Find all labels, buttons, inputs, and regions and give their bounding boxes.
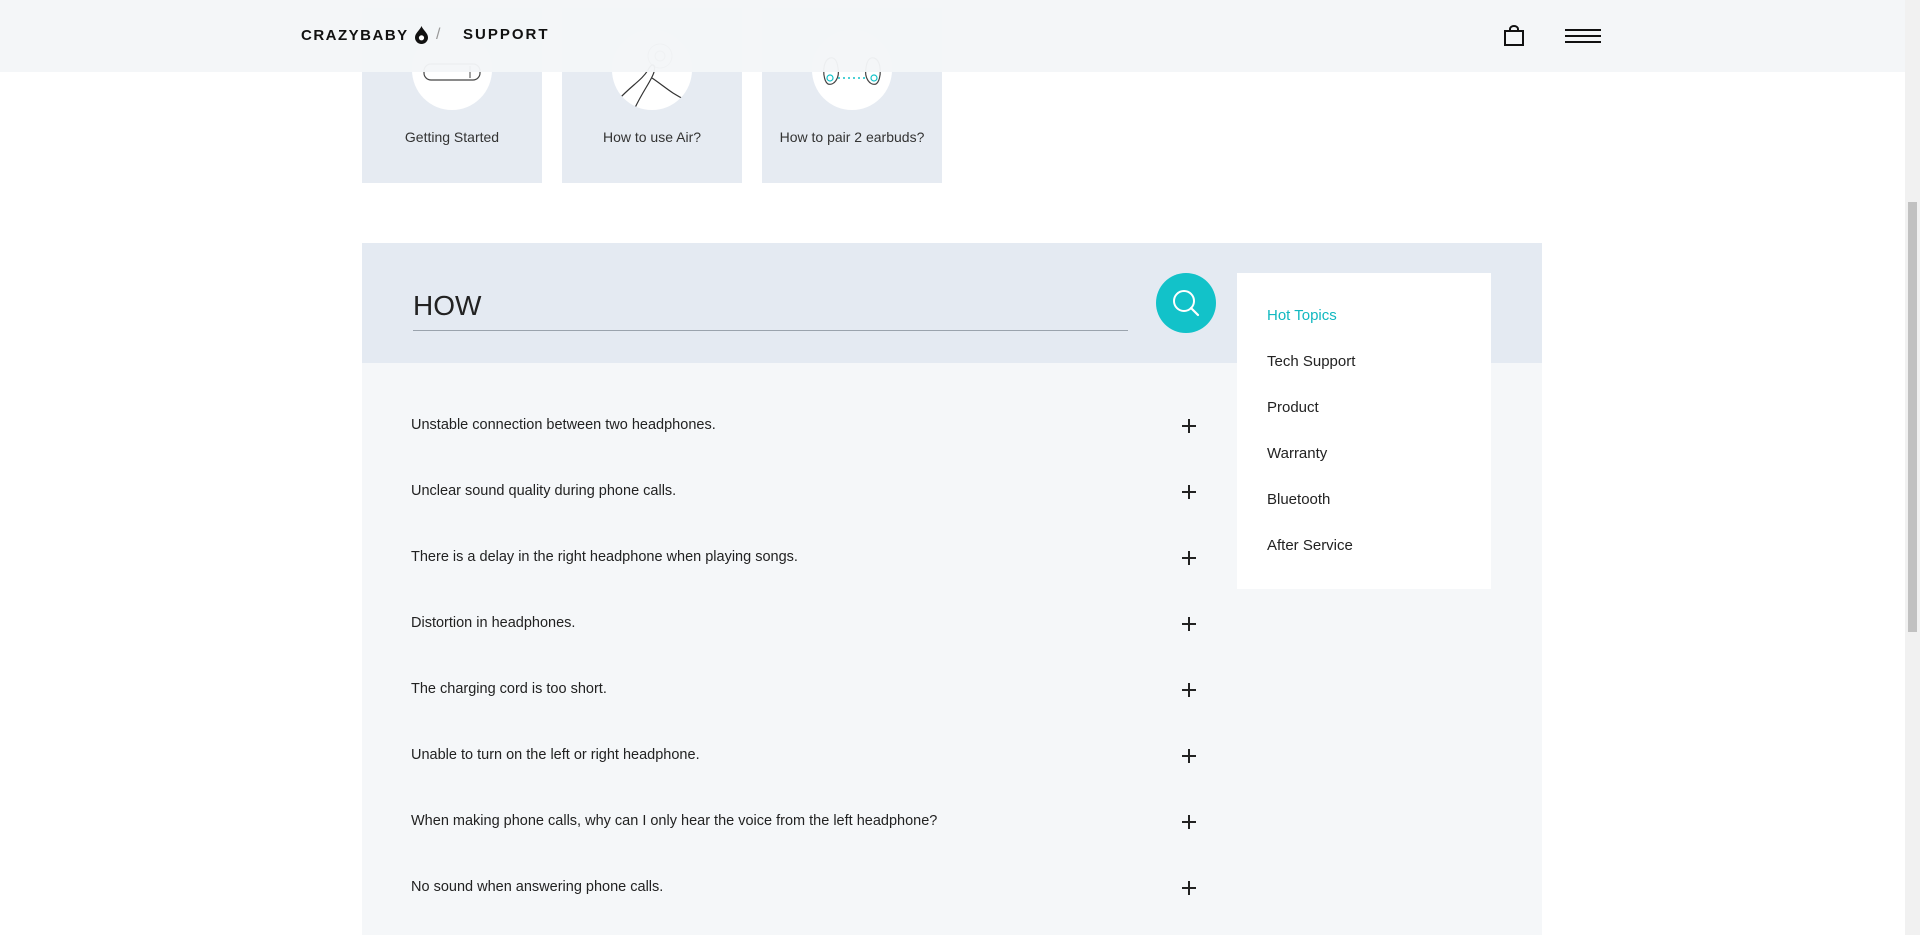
faq-question: Unable to turn on the left or right head…: [411, 747, 700, 763]
category-warranty[interactable]: Warranty: [1267, 445, 1327, 462]
breadcrumb-separator: /: [436, 26, 441, 43]
plus-icon[interactable]: [1182, 683, 1196, 697]
category-bluetooth[interactable]: Bluetooth: [1267, 491, 1330, 508]
hamburger-menu-icon[interactable]: [1565, 27, 1601, 45]
search-icon: [1173, 290, 1200, 317]
plus-icon[interactable]: [1182, 419, 1196, 433]
faq-question: Distortion in headphones.: [411, 615, 576, 631]
shopping-bag-icon[interactable]: [1503, 25, 1525, 47]
plus-icon[interactable]: [1182, 749, 1196, 763]
category-menu: Hot Topics Tech Support Product Warranty…: [1237, 273, 1491, 589]
category-product[interactable]: Product: [1267, 399, 1319, 416]
card-label: How to use Air?: [602, 129, 702, 145]
plus-icon[interactable]: [1182, 881, 1196, 895]
brand-name: CRAZYBABY: [301, 26, 409, 44]
faq-item[interactable]: There is a delay in the right headphone …: [411, 538, 1196, 578]
faq-item[interactable]: Unstable connection between two headphon…: [411, 406, 1196, 446]
brand-logo[interactable]: CRAZYBABY: [301, 26, 429, 44]
page-title[interactable]: SUPPORT: [463, 26, 550, 43]
scrollbar-thumb[interactable]: [1908, 202, 1917, 632]
faq-item[interactable]: The charging cord is too short.: [411, 670, 1196, 710]
top-navigation: CRAZYBABY / SUPPORT: [0, 0, 1905, 72]
category-after-service[interactable]: After Service: [1267, 537, 1353, 554]
flame-drop-icon: [414, 26, 428, 44]
category-tech-support[interactable]: Tech Support: [1267, 353, 1355, 370]
card-label: Getting Started: [404, 129, 500, 145]
plus-icon[interactable]: [1182, 551, 1196, 565]
plus-icon[interactable]: [1182, 485, 1196, 499]
faq-item[interactable]: When making phone calls, why can I only …: [411, 802, 1196, 842]
plus-icon[interactable]: [1182, 815, 1196, 829]
faq-question: Unclear sound quality during phone calls…: [411, 483, 677, 499]
faq-item[interactable]: Distortion in headphones.: [411, 604, 1196, 644]
search-button[interactable]: [1156, 273, 1216, 333]
faq-question: When making phone calls, why can I only …: [411, 813, 938, 829]
plus-icon[interactable]: [1182, 617, 1196, 631]
faq-question: The charging cord is too short.: [411, 681, 607, 697]
faq-question: There is a delay in the right headphone …: [411, 549, 798, 565]
category-hot-topics[interactable]: Hot Topics: [1267, 307, 1337, 324]
faq-question: No sound when answering phone calls.: [411, 879, 664, 895]
faq-question: Unstable connection between two headphon…: [411, 417, 716, 433]
card-label: How to pair 2 earbuds?: [779, 129, 925, 145]
faq-item[interactable]: Unclear sound quality during phone calls…: [411, 472, 1196, 512]
search-input[interactable]: [413, 282, 1128, 331]
faq-item[interactable]: Unable to turn on the left or right head…: [411, 736, 1196, 776]
faq-item[interactable]: No sound when answering phone calls.: [411, 868, 1196, 908]
